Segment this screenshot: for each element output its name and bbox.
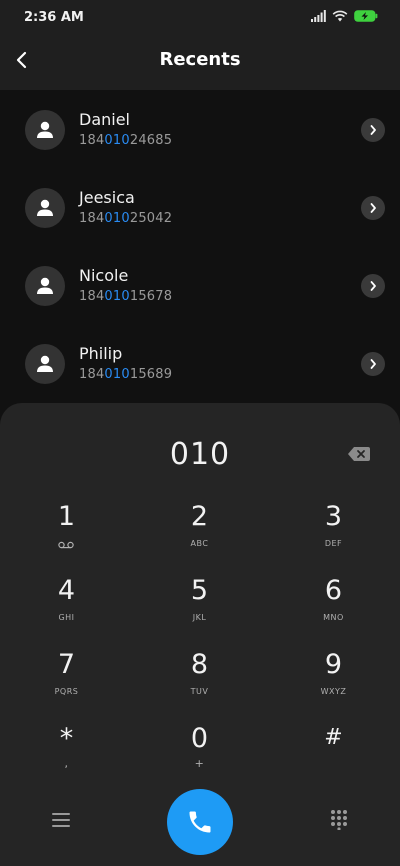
contact-detail-button[interactable]	[361, 196, 385, 220]
contact-name: Nicole	[79, 266, 129, 285]
status-bar: 2:36 AM	[0, 0, 400, 36]
contact-row-jeesica[interactable]: Jeesica 18401025042	[0, 168, 400, 246]
key-digit: *	[59, 723, 74, 754]
key-digit: 5	[190, 575, 209, 606]
contact-detail-button[interactable]	[361, 118, 385, 142]
chevron-right-icon	[370, 125, 376, 135]
person-icon	[37, 355, 53, 372]
person-icon	[37, 277, 53, 294]
key-digit: 0	[190, 723, 209, 754]
key-9[interactable]: 9 WXYZ	[267, 643, 400, 713]
key-digit: 8	[190, 649, 209, 680]
contact-detail-button[interactable]	[361, 274, 385, 298]
key-letters: TUV	[190, 687, 209, 696]
menu-button[interactable]	[50, 809, 72, 831]
avatar	[25, 188, 65, 228]
wifi-icon	[332, 10, 348, 22]
key-4[interactable]: 4 GHI	[0, 569, 133, 639]
contact-number: 18401024685	[79, 133, 173, 148]
backspace-icon	[348, 447, 370, 461]
dialer-panel: 010 1 2 ABC 3 DEF 4 GHI 5 JKL 6 MNO 7 PQ…	[0, 403, 400, 866]
recents-list: Daniel 18401024685 Jeesica 18401025042 N…	[0, 90, 400, 420]
contact-number: 18401025042	[79, 211, 173, 226]
key-letters: ABC	[190, 539, 209, 548]
key-5[interactable]: 5 JKL	[133, 569, 266, 639]
voicemail-icon	[58, 541, 74, 549]
key-1[interactable]: 1	[0, 495, 133, 565]
chevron-right-icon	[370, 281, 376, 291]
backspace-button[interactable]	[346, 445, 372, 463]
signal-icon	[311, 10, 326, 22]
key-digit: 1	[57, 501, 76, 532]
contact-detail-button[interactable]	[361, 352, 385, 376]
phone-screen: 2:36 AM Recents Daniel 18401024685 Jeesi…	[0, 0, 400, 866]
dialpad-icon	[331, 810, 347, 831]
chevron-right-icon	[370, 203, 376, 213]
avatar	[25, 266, 65, 306]
key-letters: JKL	[192, 613, 207, 622]
contact-number: 18401015689	[79, 367, 173, 382]
status-icons	[311, 10, 378, 22]
key-8[interactable]: 8 TUV	[133, 643, 266, 713]
contact-number: 18401015678	[79, 289, 173, 304]
key-letters: MNO	[323, 613, 344, 622]
avatar	[25, 344, 65, 384]
page-title: Recents	[159, 49, 241, 70]
key-7[interactable]: 7 PQRS	[0, 643, 133, 713]
key-0[interactable]: 0 +	[133, 717, 266, 787]
key-hash[interactable]: #	[267, 717, 400, 787]
key-letters: DEF	[324, 539, 343, 548]
battery-charging-icon	[354, 10, 378, 22]
key-3[interactable]: 3 DEF	[267, 495, 400, 565]
key-digit: 3	[324, 501, 343, 532]
chevron-right-icon	[370, 359, 376, 369]
key-2[interactable]: 2 ABC	[133, 495, 266, 565]
key-digit: 6	[324, 575, 343, 606]
contact-name: Jeesica	[79, 188, 135, 207]
avatar	[25, 110, 65, 150]
phone-icon	[189, 811, 211, 833]
key-letters: PQRS	[54, 687, 79, 696]
key-digit: 4	[57, 575, 76, 606]
menu-icon	[52, 813, 70, 827]
dialed-number-display: 010	[169, 437, 231, 472]
person-icon	[37, 121, 53, 138]
person-icon	[37, 199, 53, 216]
contact-name: Philip	[79, 344, 123, 363]
key-digit: 7	[57, 649, 76, 680]
call-button[interactable]	[167, 789, 233, 855]
key-star[interactable]: * ,	[0, 717, 133, 787]
contact-row-nicole[interactable]: Nicole 18401015678	[0, 246, 400, 324]
key-digit: 2	[190, 501, 209, 532]
key-letters: ,	[64, 757, 69, 770]
key-digit: 9	[324, 649, 343, 680]
key-digit: #	[324, 725, 343, 750]
keypad-toggle-button[interactable]	[328, 808, 350, 831]
contact-row-daniel[interactable]: Daniel 18401024685	[0, 90, 400, 168]
header: Recents	[0, 36, 400, 90]
contact-name: Daniel	[79, 110, 130, 129]
key-letters: +	[194, 757, 205, 770]
key-letters: GHI	[58, 613, 75, 622]
key-letters: WXYZ	[320, 687, 347, 696]
status-time: 2:36 AM	[24, 10, 84, 25]
contact-row-philip[interactable]: Philip 18401015689	[0, 324, 400, 402]
key-6[interactable]: 6 MNO	[267, 569, 400, 639]
